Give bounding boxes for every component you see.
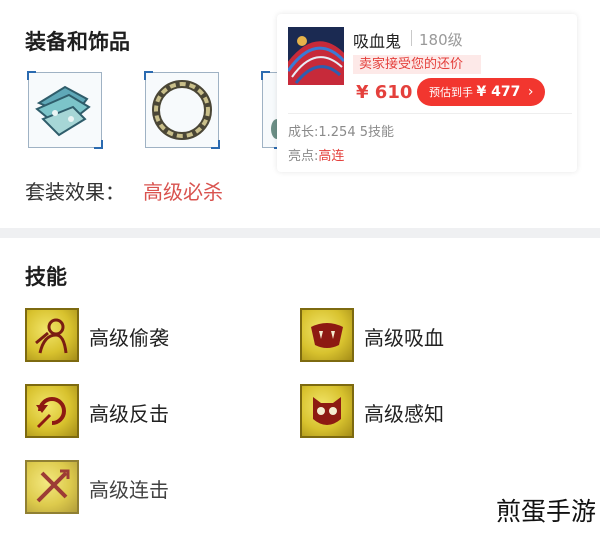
chevron-right-icon: ›	[527, 84, 534, 100]
skills-section: 技能 高级偷袭 高级吸血 高级反击 高级感知 高级连击	[0, 238, 600, 533]
pet-thumbnail	[288, 27, 344, 85]
ring-icon	[152, 80, 212, 140]
product-card[interactable]: 吸血鬼 180级 卖家接受您的还价 ¥ 610 预估到手 ¥ 477 › 成长:…	[277, 14, 577, 172]
set-effect-label: 套装效果：	[25, 180, 125, 204]
estimate-amount: ¥ 477	[476, 84, 521, 100]
equipment-slot-bracer[interactable]	[27, 71, 103, 149]
bargain-tag: 卖家接受您的还价	[353, 55, 481, 74]
combo-attack-icon	[25, 460, 79, 514]
estimate-label: 预估到手	[429, 86, 473, 99]
skill-combo-attack[interactable]: 高级连击	[25, 460, 265, 516]
pet-name: 吸血鬼	[353, 32, 402, 51]
skill-sneak-attack[interactable]: 高级偷袭	[25, 308, 265, 364]
skill-label: 高级反击	[89, 402, 169, 426]
sneak-attack-icon	[25, 308, 79, 362]
price: ¥ 610	[356, 82, 413, 103]
vampire-pet-image-icon	[288, 27, 344, 85]
set-effect-value[interactable]: 高级必杀	[143, 180, 223, 204]
skills-title: 技能	[25, 265, 67, 289]
section-gap	[0, 228, 600, 238]
pet-level: 180级	[419, 31, 463, 49]
watermark: 煎蛋手游	[495, 497, 596, 526]
pet-detail-page: 装备和饰品 套装效果： 高级必杀 吸血鬼 180级 卖家接受您的还价 ¥ 610…	[0, 0, 600, 533]
skill-vampire[interactable]: 高级吸血	[300, 308, 540, 364]
skill-label: 高级偷袭	[89, 326, 169, 350]
name-level-separator	[411, 30, 412, 46]
bracer-icon	[35, 85, 91, 137]
equipment-title: 装备和饰品	[25, 30, 130, 54]
set-effect: 套装效果： 高级必杀	[25, 176, 223, 205]
estimated-receive-button[interactable]: 预估到手 ¥ 477 ›	[417, 78, 545, 106]
growth-info: 成长:1.254 5技能	[288, 125, 394, 140]
equipment-section: 装备和饰品 套装效果： 高级必杀 吸血鬼 180级 卖家接受您的还价 ¥ 610…	[0, 0, 600, 228]
vampire-icon	[300, 308, 354, 362]
skill-perception[interactable]: 高级感知	[300, 384, 540, 440]
highlight-info: 亮点:高连	[288, 145, 344, 164]
card-divider	[288, 113, 572, 114]
skill-label: 高级感知	[364, 402, 444, 426]
perception-icon	[300, 384, 354, 438]
skill-label: 高级连击	[89, 478, 169, 502]
skill-label: 高级吸血	[364, 326, 444, 350]
counterattack-icon	[25, 384, 79, 438]
highlight-value: 高连	[318, 149, 345, 164]
equipment-slot-ring[interactable]	[144, 71, 220, 149]
skill-counterattack[interactable]: 高级反击	[25, 384, 265, 440]
highlight-label: 亮点:	[288, 149, 319, 164]
